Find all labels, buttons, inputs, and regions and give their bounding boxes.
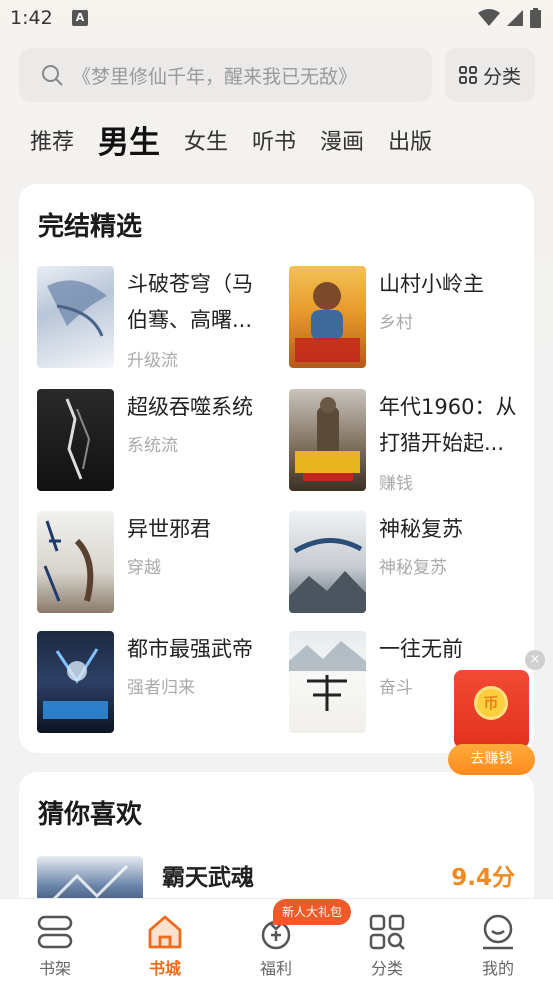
status-time: 1:42 bbox=[10, 7, 53, 29]
book-cover bbox=[37, 631, 114, 733]
nav-label: 我的 bbox=[481, 959, 514, 978]
battery-icon bbox=[530, 8, 541, 28]
book-cover bbox=[37, 389, 114, 491]
search-row: 《梦里修仙千年，醒来我已无敌》 分类 bbox=[19, 48, 535, 102]
book-title: 年代1960：从打猎开始起... bbox=[379, 395, 517, 455]
book-tag: 穿越 bbox=[127, 558, 161, 578]
status-indicators bbox=[478, 8, 541, 28]
book-title: 一往无前 bbox=[379, 637, 463, 661]
book-item[interactable]: 山村小岭主 乡村 bbox=[289, 266, 529, 370]
book-cover bbox=[289, 631, 366, 733]
nav-bookstore[interactable]: 书城 bbox=[110, 899, 220, 984]
tab-recommend[interactable]: 推荐 bbox=[30, 118, 74, 168]
tab-comics[interactable]: 漫画 bbox=[320, 118, 364, 168]
book-cover bbox=[289, 511, 366, 613]
book-cover bbox=[37, 266, 114, 368]
book-item[interactable]: 异世邪君 穿越 bbox=[37, 511, 277, 615]
nav-label: 福利 bbox=[259, 959, 292, 978]
book-title: 斗破苍穹（马伯骞、高曙... bbox=[127, 272, 253, 332]
book-cover bbox=[289, 389, 366, 491]
earn-money-button[interactable]: 去赚钱 bbox=[448, 744, 535, 775]
book-item[interactable]: 超级吞噬系统 系统流 bbox=[37, 389, 277, 493]
category-button[interactable]: 分类 bbox=[445, 48, 535, 102]
bookshelf-icon bbox=[37, 915, 73, 949]
tab-female[interactable]: 女生 bbox=[184, 118, 228, 168]
book-title: 异世邪君 bbox=[127, 517, 211, 541]
close-icon[interactable]: × bbox=[525, 650, 545, 670]
book-item[interactable]: 斗破苍穹（马伯骞、高曙... 升级流 bbox=[37, 266, 277, 371]
category-button-label: 分类 bbox=[482, 65, 521, 88]
finished-picks-section: 完结精选 斗破苍穹（马伯骞、高曙... 升级流 山村小岭主 乡村 超级吞噬系统 … bbox=[19, 184, 534, 753]
grid-search-icon bbox=[369, 914, 405, 950]
book-item[interactable]: 年代1960：从打猎开始起... 赚钱 bbox=[289, 389, 529, 494]
status-bar: 1:42 A bbox=[0, 0, 553, 38]
grid-icon bbox=[459, 66, 477, 84]
profile-icon bbox=[483, 914, 513, 950]
book-item[interactable]: 都市最强武帝 强者归来 bbox=[37, 631, 277, 735]
book-title: 神秘复苏 bbox=[379, 517, 463, 541]
coin-icon: 币 bbox=[474, 686, 508, 720]
book-tag: 升级流 bbox=[127, 351, 178, 371]
notification-icon: A bbox=[72, 10, 88, 26]
new-user-gift-badge[interactable]: 新人大礼包 bbox=[273, 899, 351, 925]
book-tag: 系统流 bbox=[127, 436, 178, 456]
nav-label: 书架 bbox=[38, 959, 71, 978]
section-title: 完结精选 bbox=[38, 212, 143, 242]
nav-bookshelf[interactable]: 书架 bbox=[0, 899, 110, 984]
book-title: 超级吞噬系统 bbox=[127, 395, 253, 419]
book-tag: 神秘复苏 bbox=[379, 558, 447, 578]
search-input[interactable]: 《梦里修仙千年，醒来我已无敌》 bbox=[19, 48, 432, 102]
section-title: 猜你喜欢 bbox=[38, 800, 143, 830]
book-tag: 强者归来 bbox=[127, 678, 195, 698]
wifi-icon bbox=[478, 9, 500, 26]
book-title[interactable]: 霸天武魂 bbox=[162, 858, 254, 892]
book-tag: 赚钱 bbox=[379, 474, 413, 494]
search-placeholder: 《梦里修仙千年，醒来我已无敌》 bbox=[72, 66, 358, 88]
channel-tabs: 推荐 男生 女生 听书 漫画 出版 bbox=[30, 118, 456, 168]
book-item[interactable]: 神秘复苏 神秘复苏 bbox=[289, 511, 529, 615]
red-packet-icon[interactable]: 币 bbox=[454, 670, 529, 748]
book-title: 山村小岭主 bbox=[379, 272, 484, 296]
book-cover bbox=[289, 266, 366, 368]
nav-me[interactable]: 我的 bbox=[443, 899, 553, 984]
book-tag: 乡村 bbox=[379, 313, 413, 333]
book-cover bbox=[37, 511, 114, 613]
search-icon bbox=[42, 65, 63, 86]
home-icon bbox=[148, 915, 182, 949]
book-score: 9.4分 bbox=[451, 865, 515, 891]
book-title: 都市最强武帝 bbox=[127, 637, 253, 661]
book-tag: 奋斗 bbox=[379, 678, 413, 698]
tab-male[interactable]: 男生 bbox=[98, 118, 160, 168]
nav-label: 书城 bbox=[148, 959, 181, 978]
tab-published[interactable]: 出版 bbox=[388, 118, 432, 168]
signal-icon bbox=[507, 10, 523, 26]
tab-audiobook[interactable]: 听书 bbox=[252, 118, 296, 168]
nav-label: 分类 bbox=[370, 959, 403, 978]
